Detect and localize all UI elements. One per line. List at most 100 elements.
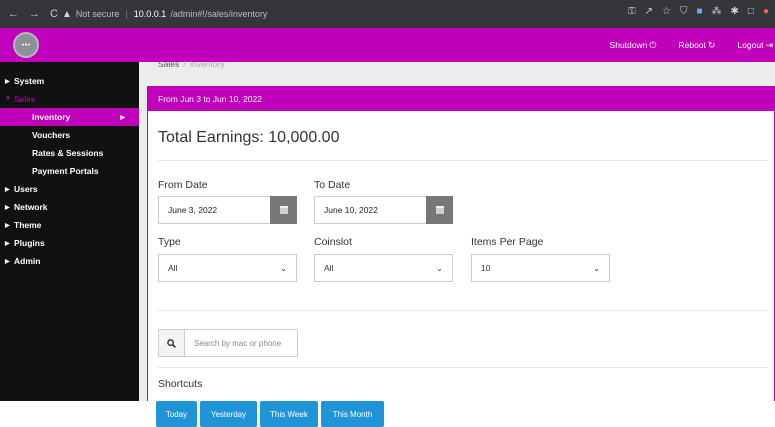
coinslot-value: All: [324, 263, 334, 273]
caret-down-icon: ▼: [5, 96, 11, 102]
total-earnings: Total Earnings: 10,000.00: [158, 129, 340, 146]
key-icon[interactable]: ⚿: [628, 6, 636, 17]
chevron-down-icon: ⌄: [280, 263, 287, 273]
window-icon[interactable]: □: [748, 6, 754, 17]
reload-icon[interactable]: C: [50, 8, 58, 20]
security-label: Not secure: [75, 9, 120, 19]
power-icon: ⏻: [649, 39, 657, 50]
sidebar-subitem-vouchers[interactable]: Vouchers: [0, 126, 139, 144]
panel-header: From Jun 3 to Jun 10, 2022: [148, 87, 774, 111]
sidebar-item-label: Sales: [14, 94, 36, 104]
items-per-page-label: Items Per Page: [471, 236, 544, 248]
shield-extension-icon[interactable]: ⛉: [680, 6, 688, 17]
sidebar-subitem-payment-portals[interactable]: Payment Portals: [0, 162, 139, 180]
logout-icon: ⇥: [765, 39, 773, 50]
warning-icon: ▲: [62, 8, 72, 20]
sidebar-item-network[interactable]: ▶ Network: [0, 198, 139, 216]
from-date-label: From Date: [158, 179, 208, 191]
network-extension-icon[interactable]: ⁂: [712, 6, 722, 17]
caret-right-icon: ▶: [5, 78, 10, 85]
sidebar-item-users[interactable]: ▶ Users: [0, 180, 139, 198]
search-input[interactable]: Search by mac or phone: [185, 329, 298, 357]
back-icon[interactable]: ←: [8, 8, 19, 20]
shutdown-button[interactable]: Shutdown ⏻: [610, 40, 657, 51]
caret-right-icon: ▶: [5, 222, 10, 229]
sidebar-item-admin[interactable]: ▶ Admin: [0, 252, 139, 270]
to-date-input[interactable]: June 10, 2022: [314, 196, 426, 224]
app-logo[interactable]: ●●●: [13, 32, 39, 58]
browser-extensions: ⚿ ↗ ☆ ⛉ ■ ⁂ ✱ □ ●: [628, 6, 769, 17]
to-date-label: To Date: [314, 179, 351, 191]
main-content: Sales / Inventory From Jun 3 to Jun 10, 20…: [139, 59, 775, 427]
logout-label: Logout: [737, 39, 764, 50]
browser-nav: ← → C: [0, 8, 62, 20]
breadcrumb-sales[interactable]: Sales: [158, 59, 179, 69]
type-select[interactable]: All ⌄: [158, 254, 297, 282]
sidebar-item-label: Theme: [14, 220, 42, 230]
sidebar-item-plugins[interactable]: ▶ Plugins: [0, 234, 139, 252]
calendar-icon[interactable]: [426, 196, 453, 224]
profile-avatar-icon[interactable]: ●: [763, 6, 769, 17]
coinslot-label: Coinslot: [314, 236, 352, 248]
chevron-down-icon: ⌄: [436, 263, 443, 273]
divider: [158, 367, 768, 368]
inventory-panel: From Jun 3 to Jun 10, 2022 Total Earning…: [147, 86, 775, 427]
forward-icon[interactable]: →: [29, 8, 40, 20]
caret-right-icon: ▶: [5, 204, 10, 211]
share-icon[interactable]: ↗: [645, 6, 653, 17]
sidebar-item-label: Admin: [14, 256, 41, 266]
sidebar-subitem-rates-sessions[interactable]: Rates & Sessions: [0, 144, 139, 162]
refresh-icon: ↻: [707, 39, 716, 50]
sidebar-subitem-label: Vouchers: [32, 130, 71, 140]
extension-icon[interactable]: ■: [696, 6, 702, 17]
logout-button[interactable]: Logout ⇥: [737, 40, 773, 51]
coinslot-select[interactable]: All ⌄: [314, 254, 453, 282]
divider: [158, 310, 768, 311]
caret-right-icon: ▶: [5, 186, 10, 193]
puzzle-icon[interactable]: ✱: [731, 6, 739, 17]
from-date-picker: June 3, 2022: [158, 196, 297, 224]
from-date-input[interactable]: June 3, 2022: [158, 196, 270, 224]
sidebar-item-label: Users: [14, 184, 38, 194]
search-group: Search by mac or phone: [158, 329, 298, 357]
sidebar-subitem-label: Rates & Sessions: [32, 148, 104, 158]
app-header: ●●● Shutdown ⏻ Reboot ↻ Logout ⇥: [0, 28, 775, 62]
sidebar-item-theme[interactable]: ▶ Theme: [0, 216, 139, 234]
today-button[interactable]: Today: [156, 401, 197, 427]
type-label: Type: [158, 236, 181, 248]
breadcrumb: Sales / Inventory: [158, 59, 225, 69]
sidebar: ▶ System ▼ Sales Inventory ▶ Vouchers Rates…: [0, 62, 139, 401]
sidebar-subitem-label: Inventory: [32, 112, 71, 122]
reboot-button[interactable]: Reboot ↻: [678, 40, 715, 51]
items-per-page-select[interactable]: 10 ⌄: [471, 254, 610, 282]
type-value: All: [168, 263, 178, 273]
sidebar-item-label: Plugins: [14, 238, 45, 248]
url-host: 10.0.0.1: [133, 9, 167, 19]
star-icon[interactable]: ☆: [662, 6, 671, 17]
shutdown-label: Shutdown: [609, 39, 648, 50]
shortcuts-label: Shortcuts: [158, 378, 203, 390]
sidebar-item-sales[interactable]: ▼ Sales: [0, 90, 139, 108]
chevron-down-icon: ⌄: [593, 263, 600, 273]
reboot-label: Reboot: [678, 39, 706, 50]
breadcrumb-sep: /: [183, 59, 186, 69]
caret-right-icon: ▶: [5, 240, 10, 247]
this-week-button[interactable]: This Week: [260, 401, 318, 427]
divider: [158, 160, 768, 161]
address-bar[interactable]: ▲ Not secure | 10.0.0.1/admin#!/sales/in…: [62, 9, 267, 20]
yesterday-button[interactable]: Yesterday: [200, 401, 257, 427]
sidebar-item-label: System: [14, 76, 45, 86]
sidebar-subitem-label: Payment Portals: [32, 166, 99, 176]
to-date-picker: June 10, 2022: [314, 196, 453, 224]
browser-toolbar: ← → C ▲ Not secure | 10.0.0.1/admin#!/sa…: [0, 0, 775, 28]
sidebar-item-system[interactable]: ▶ System: [0, 72, 139, 90]
breadcrumb-inventory: Inventory: [189, 59, 225, 69]
url-separator: |: [125, 9, 128, 19]
sidebar-subitem-inventory[interactable]: Inventory ▶: [0, 108, 139, 126]
sidebar-item-label: Network: [14, 202, 48, 212]
search-icon[interactable]: [158, 329, 185, 357]
this-month-button[interactable]: This Month: [321, 401, 384, 427]
calendar-icon[interactable]: [270, 196, 297, 224]
caret-right-icon: ▶: [5, 258, 10, 265]
url-path: /admin#!/sales/inventory: [170, 9, 268, 19]
